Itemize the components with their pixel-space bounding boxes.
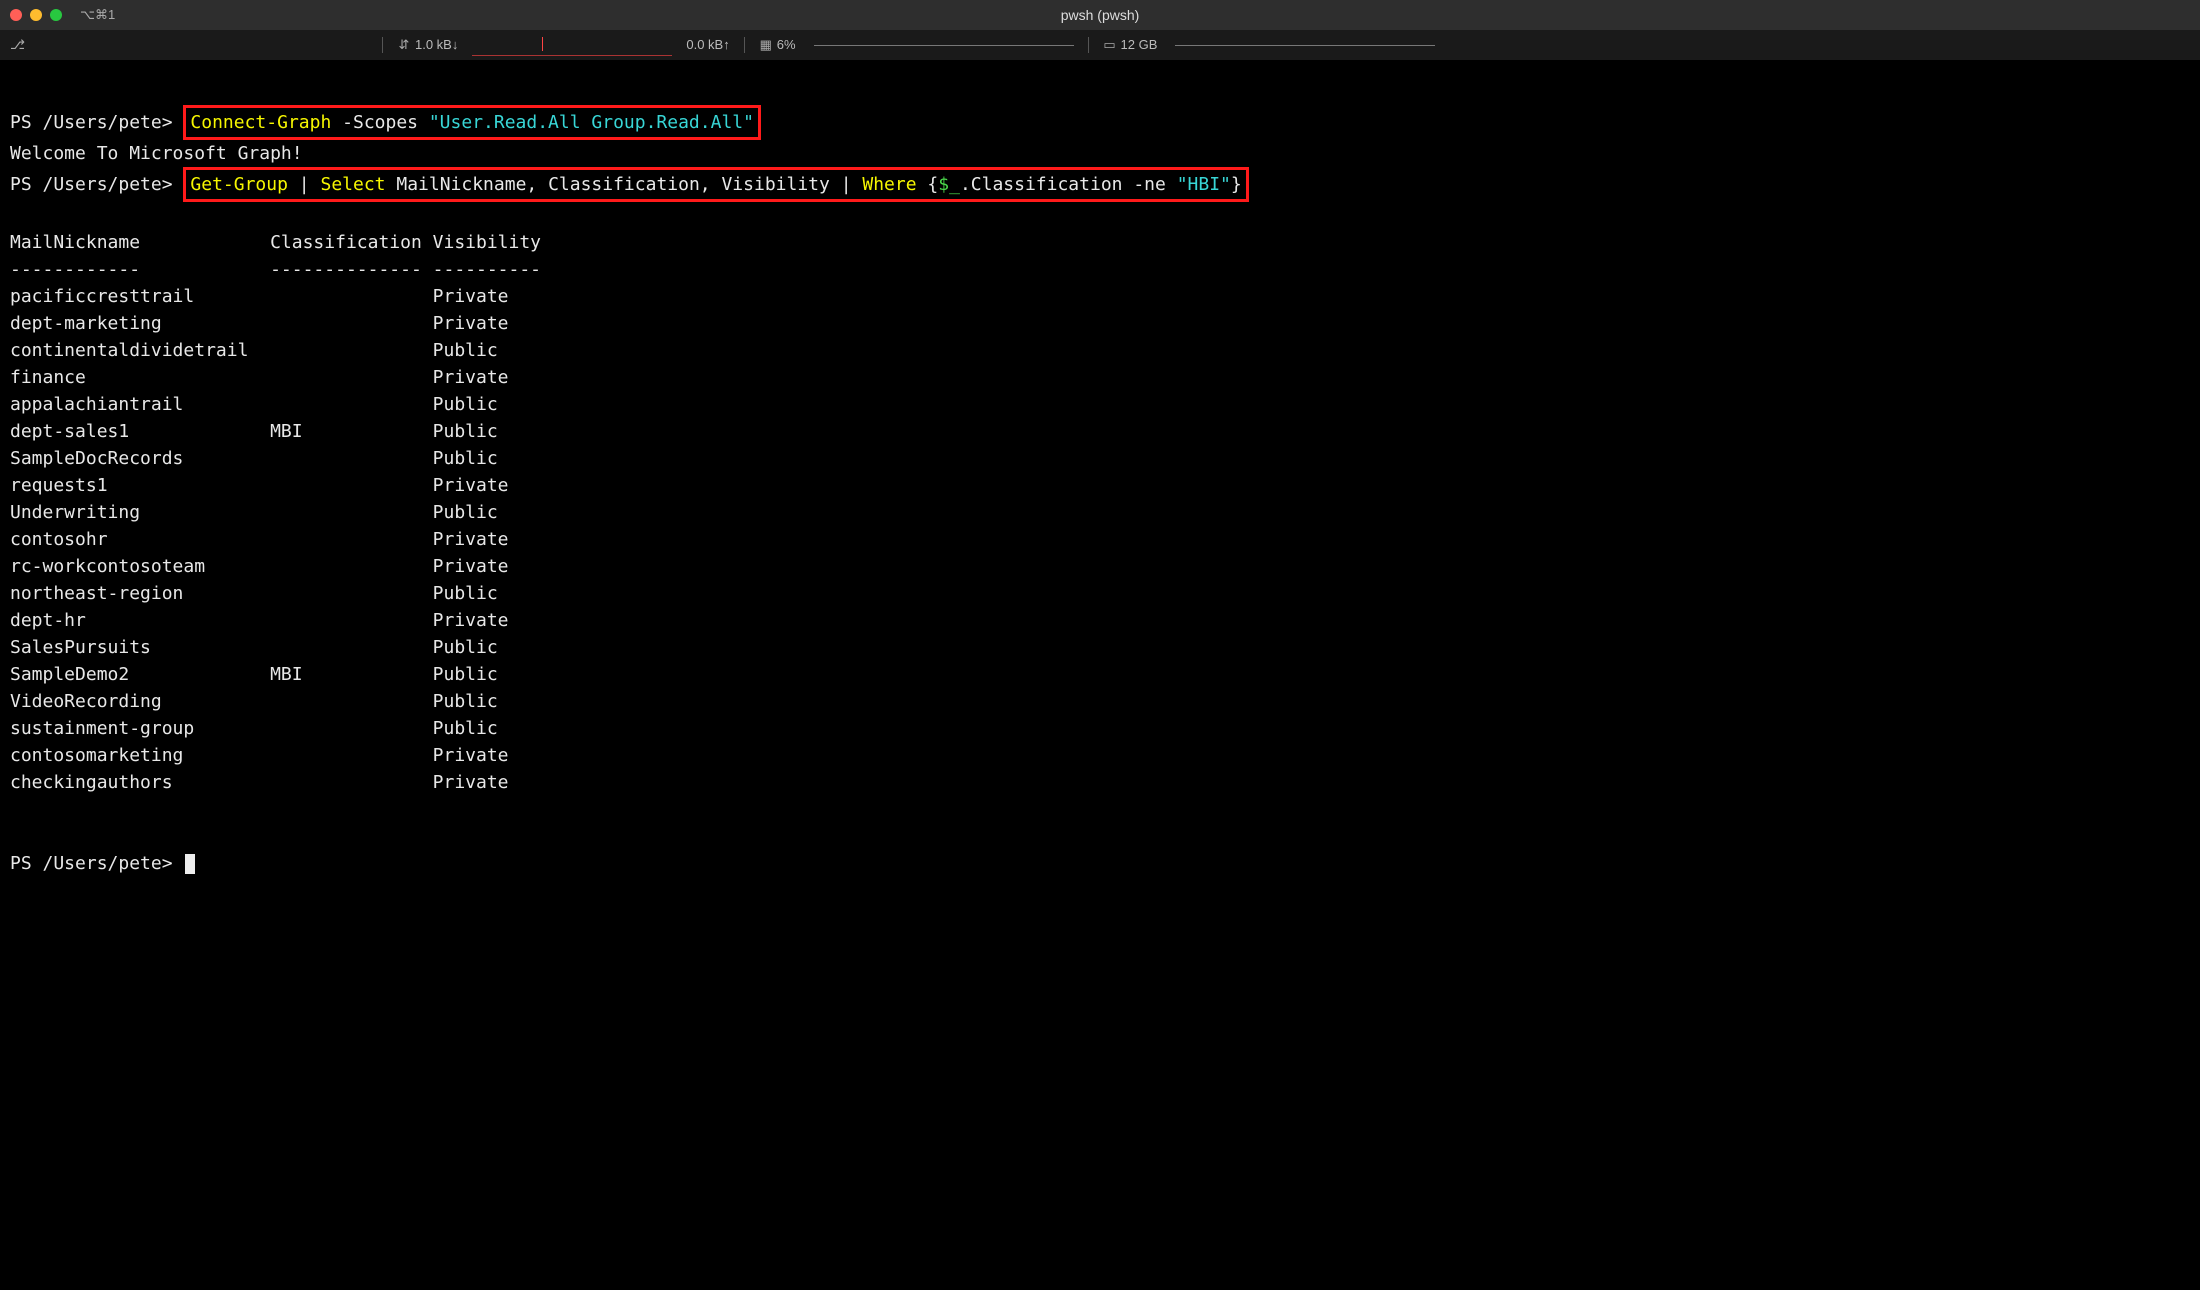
window-titlebar: ⌥⌘1 pwsh (pwsh) (0, 0, 2200, 30)
window-controls (10, 9, 62, 21)
shell-prompt: PS /Users/pete> (10, 174, 173, 195)
cpu-usage: ▦6% (759, 35, 796, 55)
filter-value: "HBI" (1177, 174, 1231, 195)
shell-prompt: PS /Users/pete> (10, 853, 173, 874)
cmdlet-name: Get-Group (190, 174, 288, 195)
shell-prompt: PS /Users/pete> (10, 112, 173, 133)
net-down-value: 1.0 kB↓ (415, 35, 458, 55)
terminal-output[interactable]: PS /Users/pete> Connect-Graph -Scopes "U… (0, 60, 2200, 887)
status-bar: ⎇ ⇵1.0 kB↓ 0.0 kB↑ ▦6% ▭12 GB (0, 30, 2200, 60)
cmd-flag: -Scopes (342, 112, 418, 133)
net-up: 0.0 kB↑ (686, 35, 729, 55)
pipe: | (841, 174, 852, 195)
cmdlet-name: Connect-Graph (190, 112, 331, 133)
output-line: Welcome To Microsoft Graph! (10, 143, 303, 164)
cmdlet-select: Select (320, 174, 385, 195)
ram-value: 12 GB (1121, 35, 1158, 55)
highlighted-command-1: Connect-Graph -Scopes "User.Read.All Gro… (183, 105, 761, 140)
network-icon: ⇵ (397, 35, 411, 55)
filter-expr: .Classification -ne (960, 174, 1166, 195)
cpu-icon: ▦ (759, 35, 773, 55)
select-columns: MailNickname, Classification, Visibility (396, 174, 829, 195)
cpu-bar (814, 45, 1074, 46)
brace: { (927, 174, 938, 195)
cpu-value: 6% (777, 35, 796, 55)
highlighted-command-2: Get-Group | Select MailNickname, Classif… (183, 167, 1248, 202)
ram-bar (1175, 45, 1435, 46)
close-icon[interactable] (10, 9, 22, 21)
divider (382, 37, 383, 53)
cmd-arg-string: "User.Read.All Group.Read.All" (429, 112, 754, 133)
cursor-icon (185, 854, 195, 874)
cmdlet-where: Where (862, 174, 916, 195)
ram-usage: ▭12 GB (1103, 35, 1158, 55)
pipe: | (299, 174, 310, 195)
divider (1088, 37, 1089, 53)
net-sparkline (472, 35, 672, 56)
net-down: ⇵1.0 kB↓ (397, 35, 458, 55)
ram-icon: ▭ (1103, 35, 1117, 55)
output-table: MailNickname Classification Visibility -… (10, 229, 2190, 796)
tab-label: ⌥⌘1 (80, 5, 115, 25)
brace: } (1231, 174, 1242, 195)
divider (744, 37, 745, 53)
branch-icon: ⎇ (10, 35, 24, 55)
window-title: pwsh (pwsh) (1061, 5, 1140, 26)
minimize-icon[interactable] (30, 9, 42, 21)
zoom-icon[interactable] (50, 9, 62, 21)
pipeline-var: $_ (938, 174, 960, 195)
